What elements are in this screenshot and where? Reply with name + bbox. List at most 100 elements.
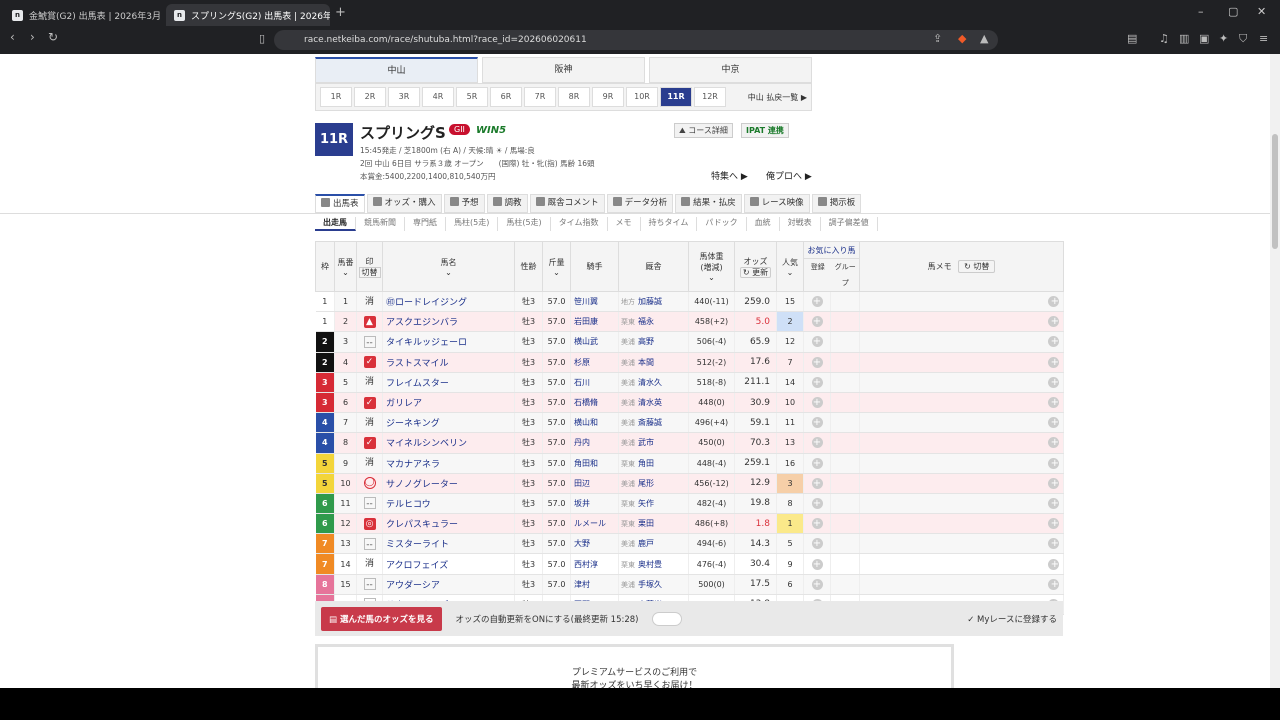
trainer-link[interactable]: 清水英 <box>638 398 662 407</box>
horse-name-link[interactable]: ラストスマイル <box>382 352 515 373</box>
back-icon[interactable]: ‹ <box>10 30 15 44</box>
add-memo-icon[interactable]: + <box>1048 417 1059 429</box>
add-memo-icon[interactable]: + <box>1048 356 1059 368</box>
add-favorite-icon[interactable]: + <box>811 538 823 550</box>
mark-cell[interactable]: -- <box>356 574 383 595</box>
add-memo-icon[interactable]: + <box>1048 578 1059 590</box>
close-window-icon[interactable]: ✕ <box>1257 5 1266 18</box>
jockey-link[interactable]: 石川 <box>570 372 619 393</box>
trainer-link[interactable]: 鹿戸 <box>638 539 654 548</box>
favorite-add-cell[interactable]: + <box>803 352 831 373</box>
add-favorite-icon[interactable]: + <box>811 457 823 469</box>
trainer-link[interactable]: 尾形 <box>638 479 654 488</box>
jockey-link[interactable]: 杉原 <box>570 352 619 373</box>
rewards-icon[interactable]: ▲ <box>980 32 988 45</box>
memo-cell[interactable]: + <box>859 432 1064 454</box>
jockey-link[interactable]: 横山和 <box>570 412 619 434</box>
main-tab-7[interactable]: 結果・払戻 <box>675 194 742 213</box>
race-button-5[interactable]: 5R <box>456 87 488 107</box>
premium-banner[interactable]: プレミアムサービスのご利用で 最新オッズをいち早くお届け！ <box>315 644 954 688</box>
scrollbar-thumb[interactable] <box>1272 134 1278 249</box>
add-memo-icon[interactable]: + <box>1048 316 1059 328</box>
race-button-4[interactable]: 4R <box>422 87 454 107</box>
sub-tab-8[interactable]: 持ちタイム <box>641 217 698 231</box>
new-tab-button[interactable]: + <box>335 5 346 20</box>
course-detail-button[interactable]: ⛰ コース詳細 <box>674 123 733 138</box>
jockey-link[interactable]: 津村 <box>570 574 619 595</box>
favorite-add-cell[interactable]: + <box>803 473 831 494</box>
maximize-icon[interactable]: ▢ <box>1228 5 1238 18</box>
minimize-icon[interactable]: – <box>1198 5 1204 18</box>
add-favorite-icon[interactable]: + <box>811 578 823 590</box>
trainer-link[interactable]: 矢作 <box>638 499 654 508</box>
trainer-link[interactable]: 清水久 <box>638 378 662 387</box>
sub-tab-6[interactable]: タイム指数 <box>551 217 608 231</box>
jockey-link[interactable]: 西村淳 <box>570 553 619 575</box>
media-icon[interactable]: ♫ <box>1159 32 1169 45</box>
trainer-link[interactable]: 本間 <box>638 358 654 367</box>
race-button-11[interactable]: 11R <box>660 87 692 107</box>
horse-name-link[interactable]: ミスターライト <box>382 533 515 555</box>
trainer-link[interactable]: 斎藤誠 <box>638 418 662 427</box>
jockey-link[interactable]: 大野 <box>570 533 619 555</box>
main-tab-3[interactable]: 予想 <box>443 194 485 213</box>
jockey-link[interactable]: 田辺 <box>570 473 619 494</box>
header-weight[interactable]: 斤量 ⌄ <box>542 241 571 292</box>
main-tab-4[interactable]: 調教 <box>486 194 528 213</box>
forward-icon[interactable]: › <box>30 30 35 44</box>
memo-cell[interactable]: + <box>859 574 1064 595</box>
add-favorite-icon[interactable]: + <box>811 356 823 368</box>
horse-name-link[interactable]: ガリレア <box>382 392 515 414</box>
main-tab-2[interactable]: オッズ・購入 <box>366 194 442 213</box>
mark-cell[interactable]: ▲ <box>356 311 383 333</box>
horse-name-link[interactable]: タイキルッジェーロ <box>382 331 515 353</box>
jockey-link[interactable]: 角田和 <box>570 453 619 474</box>
header-popularity[interactable]: 人気 ⌄ <box>776 241 804 292</box>
jockey-link[interactable]: ルメール <box>570 513 619 535</box>
add-favorite-icon[interactable]: + <box>811 518 823 530</box>
selected-odds-button[interactable]: ▤ 選んだ馬のオッズを見る <box>321 606 442 631</box>
horse-name-link[interactable]: クレパスキュラー <box>382 513 515 535</box>
add-favorite-icon[interactable]: + <box>811 437 823 449</box>
ipat-button[interactable]: IPAT 連携 <box>741 123 789 138</box>
race-button-2[interactable]: 2R <box>354 87 386 107</box>
trainer-link[interactable]: 加藤誠 <box>638 297 662 306</box>
horse-name-link[interactable]: アクロフェイズ <box>382 553 515 575</box>
mark-cell[interactable]: 消 <box>356 453 383 474</box>
add-favorite-icon[interactable]: + <box>811 497 823 509</box>
trainer-link[interactable]: 奥村豊 <box>638 560 662 569</box>
add-memo-icon[interactable]: + <box>1048 477 1059 489</box>
favorite-add-cell[interactable]: + <box>803 412 831 434</box>
add-memo-icon[interactable]: + <box>1048 497 1059 509</box>
race-button-7[interactable]: 7R <box>524 87 556 107</box>
memo-cell[interactable]: + <box>859 291 1064 313</box>
memo-cell[interactable]: + <box>859 513 1064 535</box>
trainer-link[interactable]: 武市 <box>638 438 654 447</box>
memo-cell[interactable]: + <box>859 392 1064 414</box>
mark-cell[interactable]: 消 <box>356 412 383 434</box>
special-link[interactable]: 特集へ ▶ <box>711 169 748 182</box>
my-race-register[interactable]: ✓ Myレースに登録する <box>967 613 1057 625</box>
header-umaban[interactable]: 馬番 ⌄ <box>334 241 357 292</box>
vpn-icon[interactable]: ⛉ <box>1239 32 1247 46</box>
horse-name-link[interactable]: テルヒコウ <box>382 493 515 515</box>
favorite-add-cell[interactable]: + <box>803 432 831 454</box>
add-memo-icon[interactable]: + <box>1048 296 1059 308</box>
mark-cell[interactable]: ◎ <box>356 513 383 535</box>
jockey-link[interactable]: 岩田康 <box>570 311 619 333</box>
add-memo-icon[interactable]: + <box>1048 558 1059 570</box>
browser-tab[interactable]: n金鯱賞(G2) 出馬表 | 2026年3月15日 <box>4 4 162 26</box>
favorite-add-cell[interactable]: + <box>803 453 831 474</box>
venue-tab-chukyo[interactable]: 中京 <box>649 57 812 83</box>
memo-cell[interactable]: + <box>859 311 1064 333</box>
horse-name-link[interactable]: サノノグレーター <box>382 473 515 494</box>
memo-cell[interactable]: + <box>859 493 1064 515</box>
jockey-link[interactable]: 石橋脩 <box>570 392 619 414</box>
header-mark[interactable]: 印切替 <box>356 241 383 292</box>
blog-link[interactable]: 俺プロへ ▶ <box>766 169 812 182</box>
sub-tab-11[interactable]: 対戦表 <box>780 217 821 231</box>
favorite-add-cell[interactable]: + <box>803 372 831 393</box>
memo-cell[interactable]: + <box>859 553 1064 575</box>
horse-name-link[interactable]: アスクエジンバラ <box>382 311 515 333</box>
sub-tab-4[interactable]: 馬柱(5走) <box>446 217 499 231</box>
